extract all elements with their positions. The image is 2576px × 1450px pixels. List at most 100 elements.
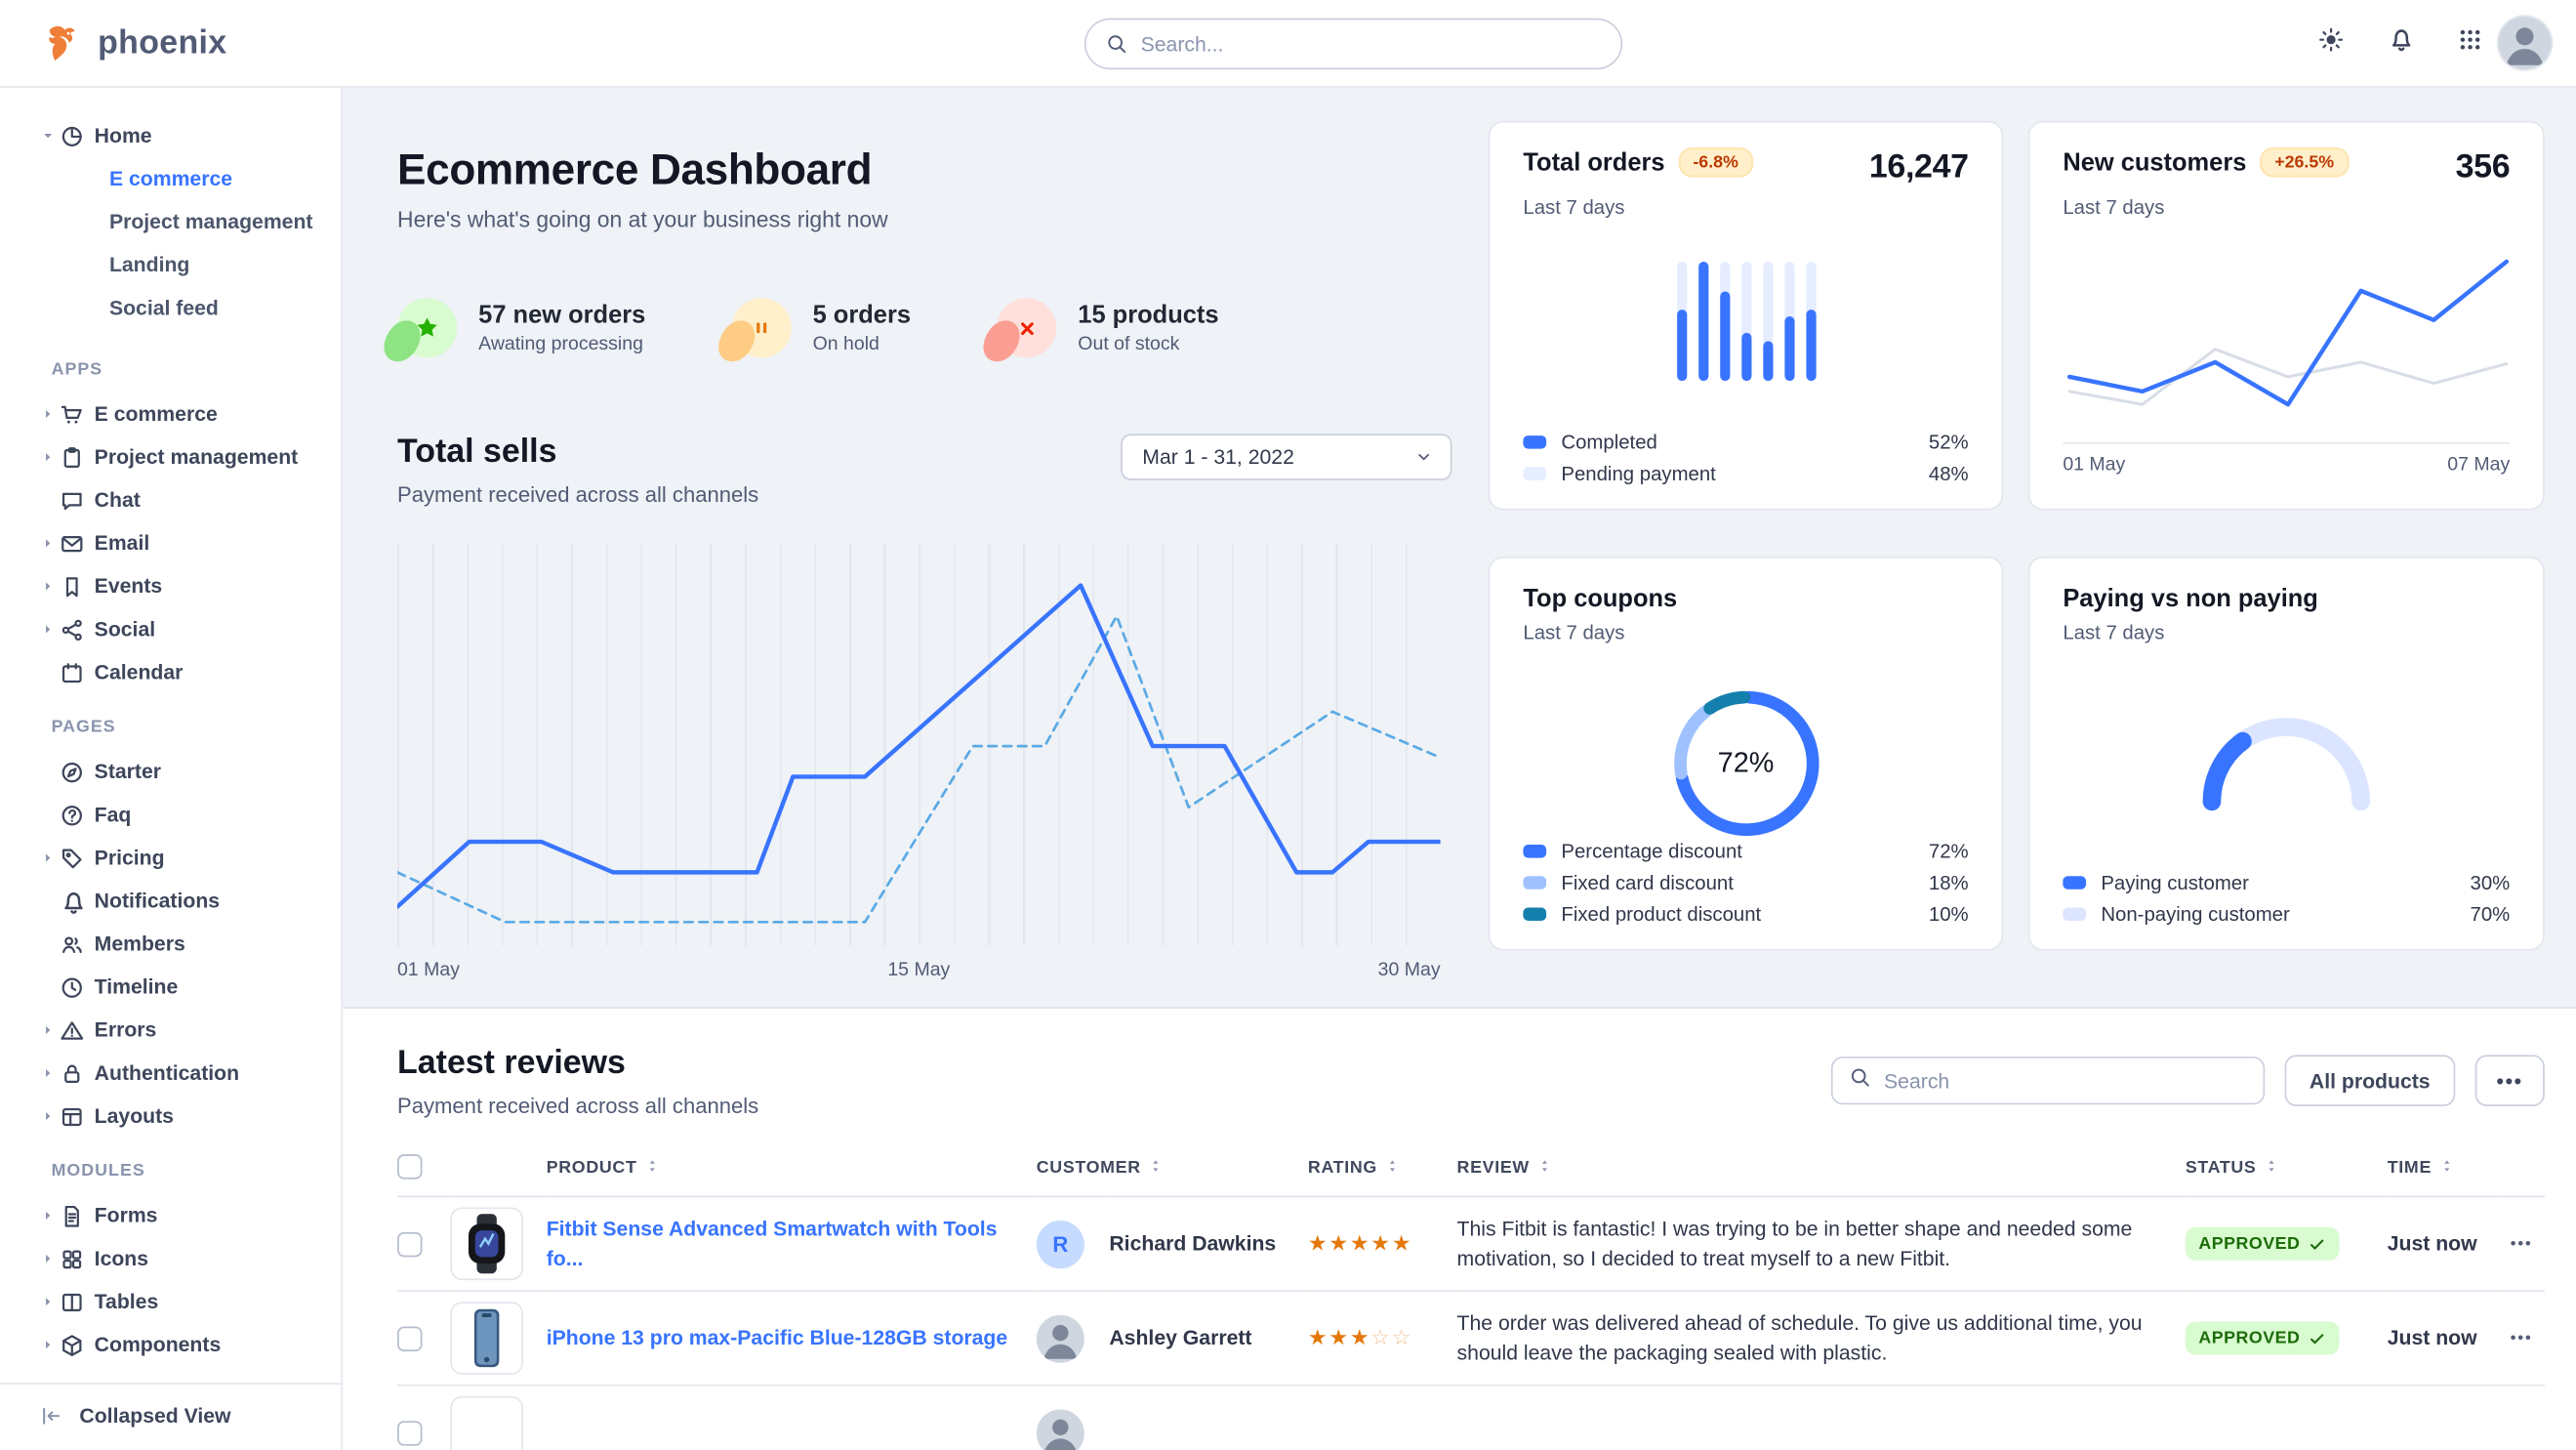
- sidebar-item[interactable]: Tables: [0, 1280, 341, 1323]
- collapse-sidebar-button[interactable]: Collapsed View: [0, 1404, 341, 1428]
- top-navbar: phoenix: [0, 0, 2576, 88]
- sidebar-item[interactable]: Project management: [0, 435, 341, 478]
- brand-logo[interactable]: phoenix: [40, 21, 227, 65]
- rating-stars: ★★★☆☆: [1308, 1325, 1412, 1349]
- sort-icon: [1384, 1159, 1401, 1179]
- sidebar-item-icon: [60, 531, 95, 556]
- sidebar-subitem[interactable]: E commerce: [0, 157, 341, 200]
- caret-right-icon: [40, 1108, 60, 1125]
- reviews-more-button[interactable]: •••: [2474, 1055, 2544, 1106]
- sidebar-item-icon: [60, 1017, 95, 1042]
- top-coupons-legend: Percentage discount 72% Fixed card disco…: [1523, 831, 1968, 926]
- product-link[interactable]: iPhone 13 pro max-Pacific Blue-128GB sto…: [547, 1327, 1007, 1350]
- sidebar-item[interactable]: Components: [0, 1323, 341, 1366]
- sidebar-item[interactable]: Notifications: [0, 880, 341, 923]
- global-search[interactable]: [1084, 19, 1622, 70]
- sidebar-subitem[interactable]: Social feed: [0, 286, 341, 329]
- topbar-action-button[interactable]: [2374, 17, 2427, 69]
- col-time[interactable]: TIME: [2388, 1144, 2499, 1196]
- sidebar-item-icon: [60, 1332, 95, 1356]
- sidebar-item[interactable]: Starter: [0, 750, 341, 793]
- check-icon: [2309, 1329, 2327, 1347]
- user-avatar[interactable]: [2497, 15, 2554, 71]
- col-rating[interactable]: RATING: [1308, 1144, 1457, 1196]
- total-orders-change-badge: -6.8%: [1678, 147, 1753, 178]
- sidebar-item[interactable]: Pricing: [0, 837, 341, 880]
- sidebar-subitem[interactable]: Landing: [0, 243, 341, 286]
- caret-right-icon: [40, 1065, 60, 1082]
- new-customers-change-badge: +26.5%: [2260, 147, 2349, 178]
- new-customers-card: New customers +26.5% 356 Last 7 days 01 …: [2028, 121, 2545, 511]
- paying-gauge-chart: [2179, 697, 2393, 816]
- sidebar-item[interactable]: Members: [0, 923, 341, 966]
- col-customer[interactable]: CUSTOMER: [1037, 1144, 1308, 1196]
- reviews-search-input[interactable]: [1884, 1069, 2246, 1093]
- new-customers-x-axis: 01 May 07 May: [2063, 442, 2510, 476]
- sidebar-subitem[interactable]: Project management: [0, 200, 341, 243]
- sidebar-item-icon: [60, 444, 95, 469]
- row-checkbox[interactable]: [397, 1420, 422, 1444]
- col-status[interactable]: STATUS: [2186, 1144, 2388, 1196]
- pie-chart-icon: [60, 123, 95, 147]
- chevron-down-icon: [1413, 447, 1433, 467]
- reviews-search[interactable]: [1831, 1056, 2265, 1104]
- sidebar-item[interactable]: Timeline: [0, 966, 341, 1009]
- sidebar-item-icon: [60, 1203, 95, 1227]
- sidebar-item[interactable]: Layouts: [0, 1095, 341, 1138]
- sidebar-item[interactable]: Forms: [0, 1194, 341, 1237]
- sidebar-item-icon: [60, 1103, 95, 1128]
- sidebar-item[interactable]: Email: [0, 521, 341, 564]
- sidebar-item-icon: [60, 617, 95, 642]
- caret-right-icon: [40, 849, 60, 866]
- stat-item: 57 new orders Awating processing: [397, 298, 645, 357]
- col-review[interactable]: REVIEW: [1457, 1144, 2186, 1196]
- topbar-action-button[interactable]: [2443, 17, 2496, 69]
- legend-row: Pending payment 48%: [1523, 462, 1968, 485]
- all-products-button[interactable]: All products: [2284, 1055, 2455, 1106]
- stat-item: 15 products Out of stock: [997, 298, 1218, 357]
- global-search-input[interactable]: [1141, 32, 1602, 56]
- sidebar-item[interactable]: Chat: [0, 478, 341, 521]
- order-bar: [1676, 262, 1686, 381]
- row-menu-button[interactable]: •••: [2498, 1329, 2544, 1347]
- row-checkbox[interactable]: [397, 1326, 422, 1350]
- sidebar-item[interactable]: Icons: [0, 1237, 341, 1280]
- rating-stars: ★★★★★: [1308, 1230, 1412, 1255]
- search-icon: [1106, 33, 1127, 55]
- sidebar-item[interactable]: Calendar: [0, 651, 341, 694]
- caret-right-icon: [40, 1337, 60, 1353]
- select-all-checkbox[interactable]: [397, 1154, 422, 1179]
- sidebar-item[interactable]: Events: [0, 564, 341, 607]
- order-bar: [1697, 262, 1707, 381]
- sidebar-item[interactable]: Authentication: [0, 1052, 341, 1095]
- sidebar-item[interactable]: Social: [0, 607, 341, 650]
- caret-right-icon: [40, 578, 60, 595]
- sidebar-item[interactable]: E commerce: [0, 393, 341, 435]
- customer-name: Richard Dawkins: [1109, 1232, 1276, 1256]
- row-menu-button[interactable]: •••: [2498, 1234, 2544, 1253]
- table-header-row: PRODUCT CUSTOMER RATING REVIEW STATUS TI…: [397, 1144, 2545, 1196]
- sidebar-item[interactable]: Errors: [0, 1009, 341, 1052]
- sidebar-pages-list: Starter Faq Pricing: [0, 750, 341, 1138]
- date-range-select[interactable]: Mar 1 - 31, 2022: [1121, 434, 1452, 479]
- check-icon: [2309, 1234, 2327, 1253]
- legend-row: Fixed card discount 18%: [1523, 871, 1968, 894]
- sidebar-item-icon: [60, 660, 95, 684]
- sort-icon: [643, 1159, 660, 1179]
- main-content: Ecommerce Dashboard Here's what's going …: [343, 88, 2576, 1450]
- paying-vs-nonpaying-card: Paying vs non paying Last 7 days Paying …: [2028, 557, 2545, 951]
- customer-avatar: [1037, 1409, 1084, 1450]
- row-checkbox[interactable]: [397, 1231, 422, 1256]
- topbar-action-button[interactable]: [2305, 17, 2357, 69]
- table-row: Fitbit Sense Advanced Smartwatch with To…: [397, 1196, 2545, 1291]
- sidebar-item[interactable]: Faq: [0, 793, 341, 836]
- product-image: [450, 1302, 523, 1375]
- product-link[interactable]: Fitbit Sense Advanced Smartwatch with To…: [547, 1218, 998, 1270]
- order-bar: [1806, 262, 1816, 381]
- order-bar: [1740, 262, 1750, 381]
- sidebar-item-icon: [60, 1060, 95, 1085]
- stat-icon: [731, 298, 791, 357]
- sidebar-item-home[interactable]: Home: [0, 114, 341, 157]
- col-product[interactable]: PRODUCT: [547, 1144, 1037, 1196]
- sort-icon: [2438, 1159, 2455, 1179]
